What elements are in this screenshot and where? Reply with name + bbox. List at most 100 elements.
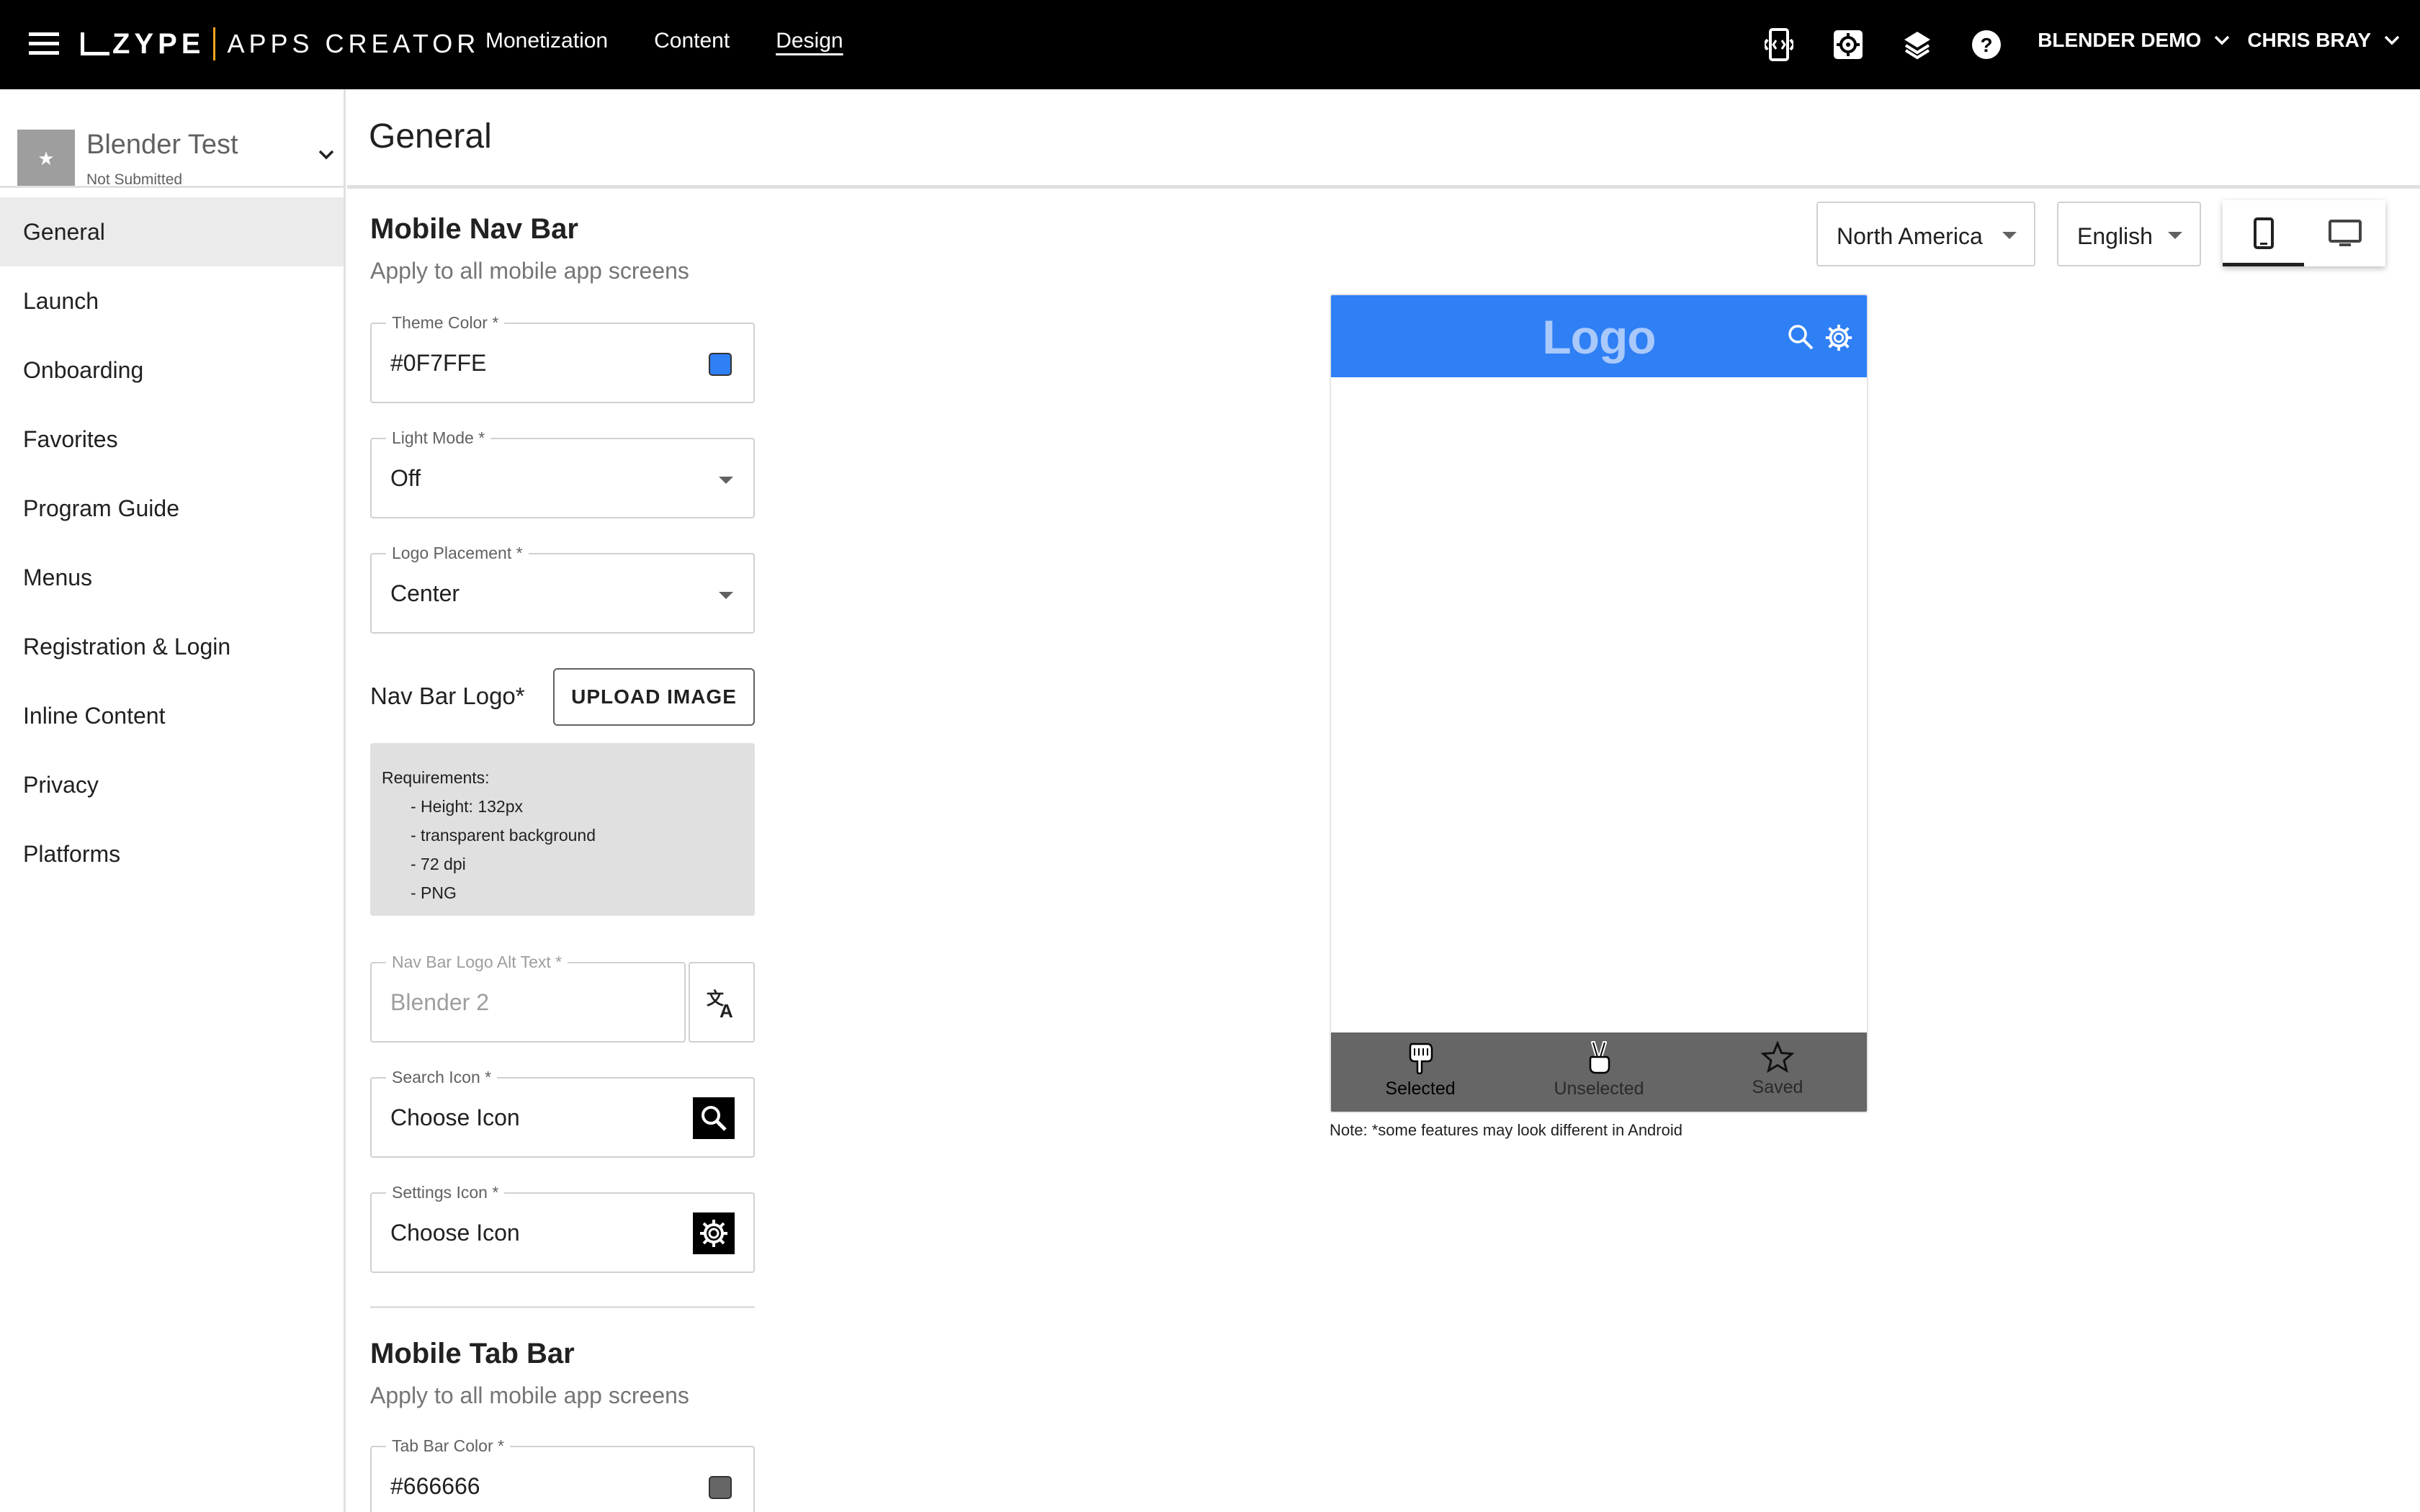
dropdown-arrow-icon — [719, 592, 733, 599]
sidebar-item-menus[interactable]: Menus — [0, 543, 344, 612]
nav-bar-section-title: Mobile Nav Bar — [370, 213, 578, 245]
nav-design[interactable]: Design — [776, 29, 843, 53]
android-note: Note: *some features may look different … — [1330, 1121, 1682, 1139]
language-select[interactable]: English — [2057, 202, 2201, 266]
account-area: BLENDER DEMO CHRIS BRAY — [2038, 29, 2400, 52]
sidebar-item-registration-login[interactable]: Registration & Login — [0, 612, 344, 681]
preview-tab-bar: Selected Unselected Saved — [1331, 1032, 1867, 1112]
svg-text:?: ? — [1980, 34, 1992, 56]
sidebar-item-launch[interactable]: Launch — [0, 266, 344, 336]
hamburger-menu-icon[interactable] — [29, 32, 59, 55]
light-mode-select[interactable]: Light Mode * Off — [370, 428, 755, 518]
page-title: General — [369, 117, 492, 156]
sidebar-item-general[interactable]: General — [0, 197, 344, 266]
chevron-down-icon — [2384, 35, 2400, 45]
layers-icon[interactable] — [1899, 26, 1936, 63]
settings-icon[interactable] — [1829, 26, 1867, 63]
chevron-down-icon — [318, 150, 334, 160]
upload-image-button[interactable]: UPLOAD IMAGE — [553, 668, 755, 726]
preview-nav-bar: Logo — [1331, 295, 1867, 377]
sidebar-divider — [0, 186, 344, 188]
account-switcher[interactable]: BLENDER DEMO — [2038, 29, 2230, 52]
sidebar-item-platforms[interactable]: Platforms — [0, 819, 344, 888]
user-name: CHRIS BRAY — [2247, 29, 2371, 51]
translate-icon: 文A — [707, 989, 733, 1019]
top-app-bar: ZYPE APPS CREATOR Monetization Content D… — [0, 0, 2420, 89]
phone-icon — [2253, 217, 2274, 249]
language-value: English — [2077, 223, 2153, 249]
requirement-item: - PNG — [411, 883, 457, 902]
sidebar-item-inline-content[interactable]: Inline Content — [0, 681, 344, 750]
dropdown-arrow-icon — [2002, 232, 2017, 239]
sidebar-item-privacy[interactable]: Privacy — [0, 750, 344, 819]
requirement-item: - Height: 132px — [411, 797, 523, 816]
tab-bar-section-title: Mobile Tab Bar — [370, 1338, 575, 1369]
logo-alt-text-label: Nav Bar Logo Alt Text * — [386, 953, 568, 972]
chevron-down-icon — [2215, 35, 2230, 45]
nav-monetization[interactable]: Monetization — [485, 29, 608, 53]
preview-tab-selected: Selected — [1331, 1032, 1510, 1112]
peace-hand-icon — [1589, 1041, 1610, 1074]
nav-content[interactable]: Content — [654, 29, 730, 53]
region-value: North America — [1837, 223, 1983, 249]
tab-bar-color-label: Tab Bar Color * — [386, 1436, 510, 1456]
theme-color-value: #0F7FFE — [390, 350, 487, 376]
tab-label-saved: Saved — [1752, 1077, 1803, 1097]
brand-divider — [213, 27, 216, 60]
search-icon-value: Choose Icon — [390, 1104, 520, 1130]
brand-logo[interactable]: ZYPE APPS CREATOR — [81, 27, 480, 60]
sidebar-item-favorites[interactable]: Favorites — [0, 405, 344, 474]
brand-zype-text: ZYPE — [112, 27, 205, 60]
user-menu[interactable]: CHRIS BRAY — [2247, 29, 2400, 52]
logo-alt-text-input[interactable]: Nav Bar Logo Alt Text * Blender 2 — [370, 953, 686, 1043]
requirements-title: Requirements: — [382, 768, 490, 787]
search-icon-field[interactable]: Search Icon * Choose Icon — [370, 1068, 755, 1158]
search-icon-label: Search Icon * — [386, 1068, 498, 1087]
sidebar-item-program-guide[interactable]: Program Guide — [0, 474, 344, 543]
hand-pointing-down-icon — [1409, 1043, 1433, 1074]
tab-bar-color-field[interactable]: Tab Bar Color * #666666 — [370, 1436, 755, 1512]
code-phone-icon[interactable] — [1760, 26, 1798, 63]
gear-icon — [1825, 324, 1852, 351]
zype-mark-icon — [81, 32, 109, 55]
requirement-item: - 72 dpi — [411, 855, 466, 873]
sidebar: ★ Blender Test Not Submitted General Lau… — [0, 89, 346, 1512]
monitor-icon — [2328, 220, 2362, 246]
translate-button[interactable]: 文A — [689, 962, 755, 1043]
brand-apps-text: APPS CREATOR — [227, 29, 480, 58]
tab-bar-color-swatch[interactable] — [709, 1476, 732, 1499]
search-icon — [1788, 325, 1814, 350]
device-toggle — [2223, 200, 2385, 266]
light-mode-value: Off — [390, 465, 421, 491]
help-icon[interactable]: ? — [1968, 26, 2005, 63]
star-icon — [1761, 1041, 1794, 1073]
mobile-view-button[interactable] — [2223, 200, 2304, 266]
section-divider — [370, 1306, 755, 1308]
tab-label-unselected: Unselected — [1554, 1079, 1644, 1099]
desktop-view-button[interactable] — [2304, 200, 2385, 266]
project-thumbnail: ★ — [17, 130, 75, 187]
tab-label-selected: Selected — [1385, 1079, 1456, 1099]
gear-icon[interactable] — [693, 1212, 735, 1254]
theme-color-swatch[interactable] — [709, 353, 732, 376]
project-name: Blender Test — [86, 130, 238, 160]
project-selector[interactable]: ★ Blender Test Not Submitted — [17, 109, 334, 188]
settings-icon-field[interactable]: Settings Icon * Choose Icon — [370, 1183, 755, 1273]
preview-tab-saved: Saved — [1688, 1032, 1867, 1112]
search-icon[interactable] — [693, 1097, 735, 1139]
logo-requirements-box: Requirements: - Height: 132px - transpar… — [370, 743, 755, 916]
sidebar-nav: General Launch Onboarding Favorites Prog… — [0, 197, 344, 888]
logo-placement-value: Center — [390, 580, 460, 606]
sidebar-item-onboarding[interactable]: Onboarding — [0, 336, 344, 405]
logo-placement-select[interactable]: Logo Placement * Center — [370, 544, 755, 634]
requirement-item: - transparent background — [411, 826, 596, 845]
top-icon-group: ? — [1760, 26, 2005, 63]
preview-tab-unselected: Unselected — [1510, 1032, 1688, 1112]
region-select[interactable]: North America — [1816, 202, 2035, 266]
theme-color-field[interactable]: Theme Color * #0F7FFE — [370, 313, 755, 403]
top-nav: Monetization Content Design — [485, 29, 843, 53]
nav-bar-section-subtitle: Apply to all mobile app screens — [370, 258, 689, 284]
theme-color-label: Theme Color * — [386, 313, 505, 333]
tab-bar-section-subtitle: Apply to all mobile app screens — [370, 1382, 689, 1408]
logo-placement-label: Logo Placement * — [386, 544, 529, 563]
